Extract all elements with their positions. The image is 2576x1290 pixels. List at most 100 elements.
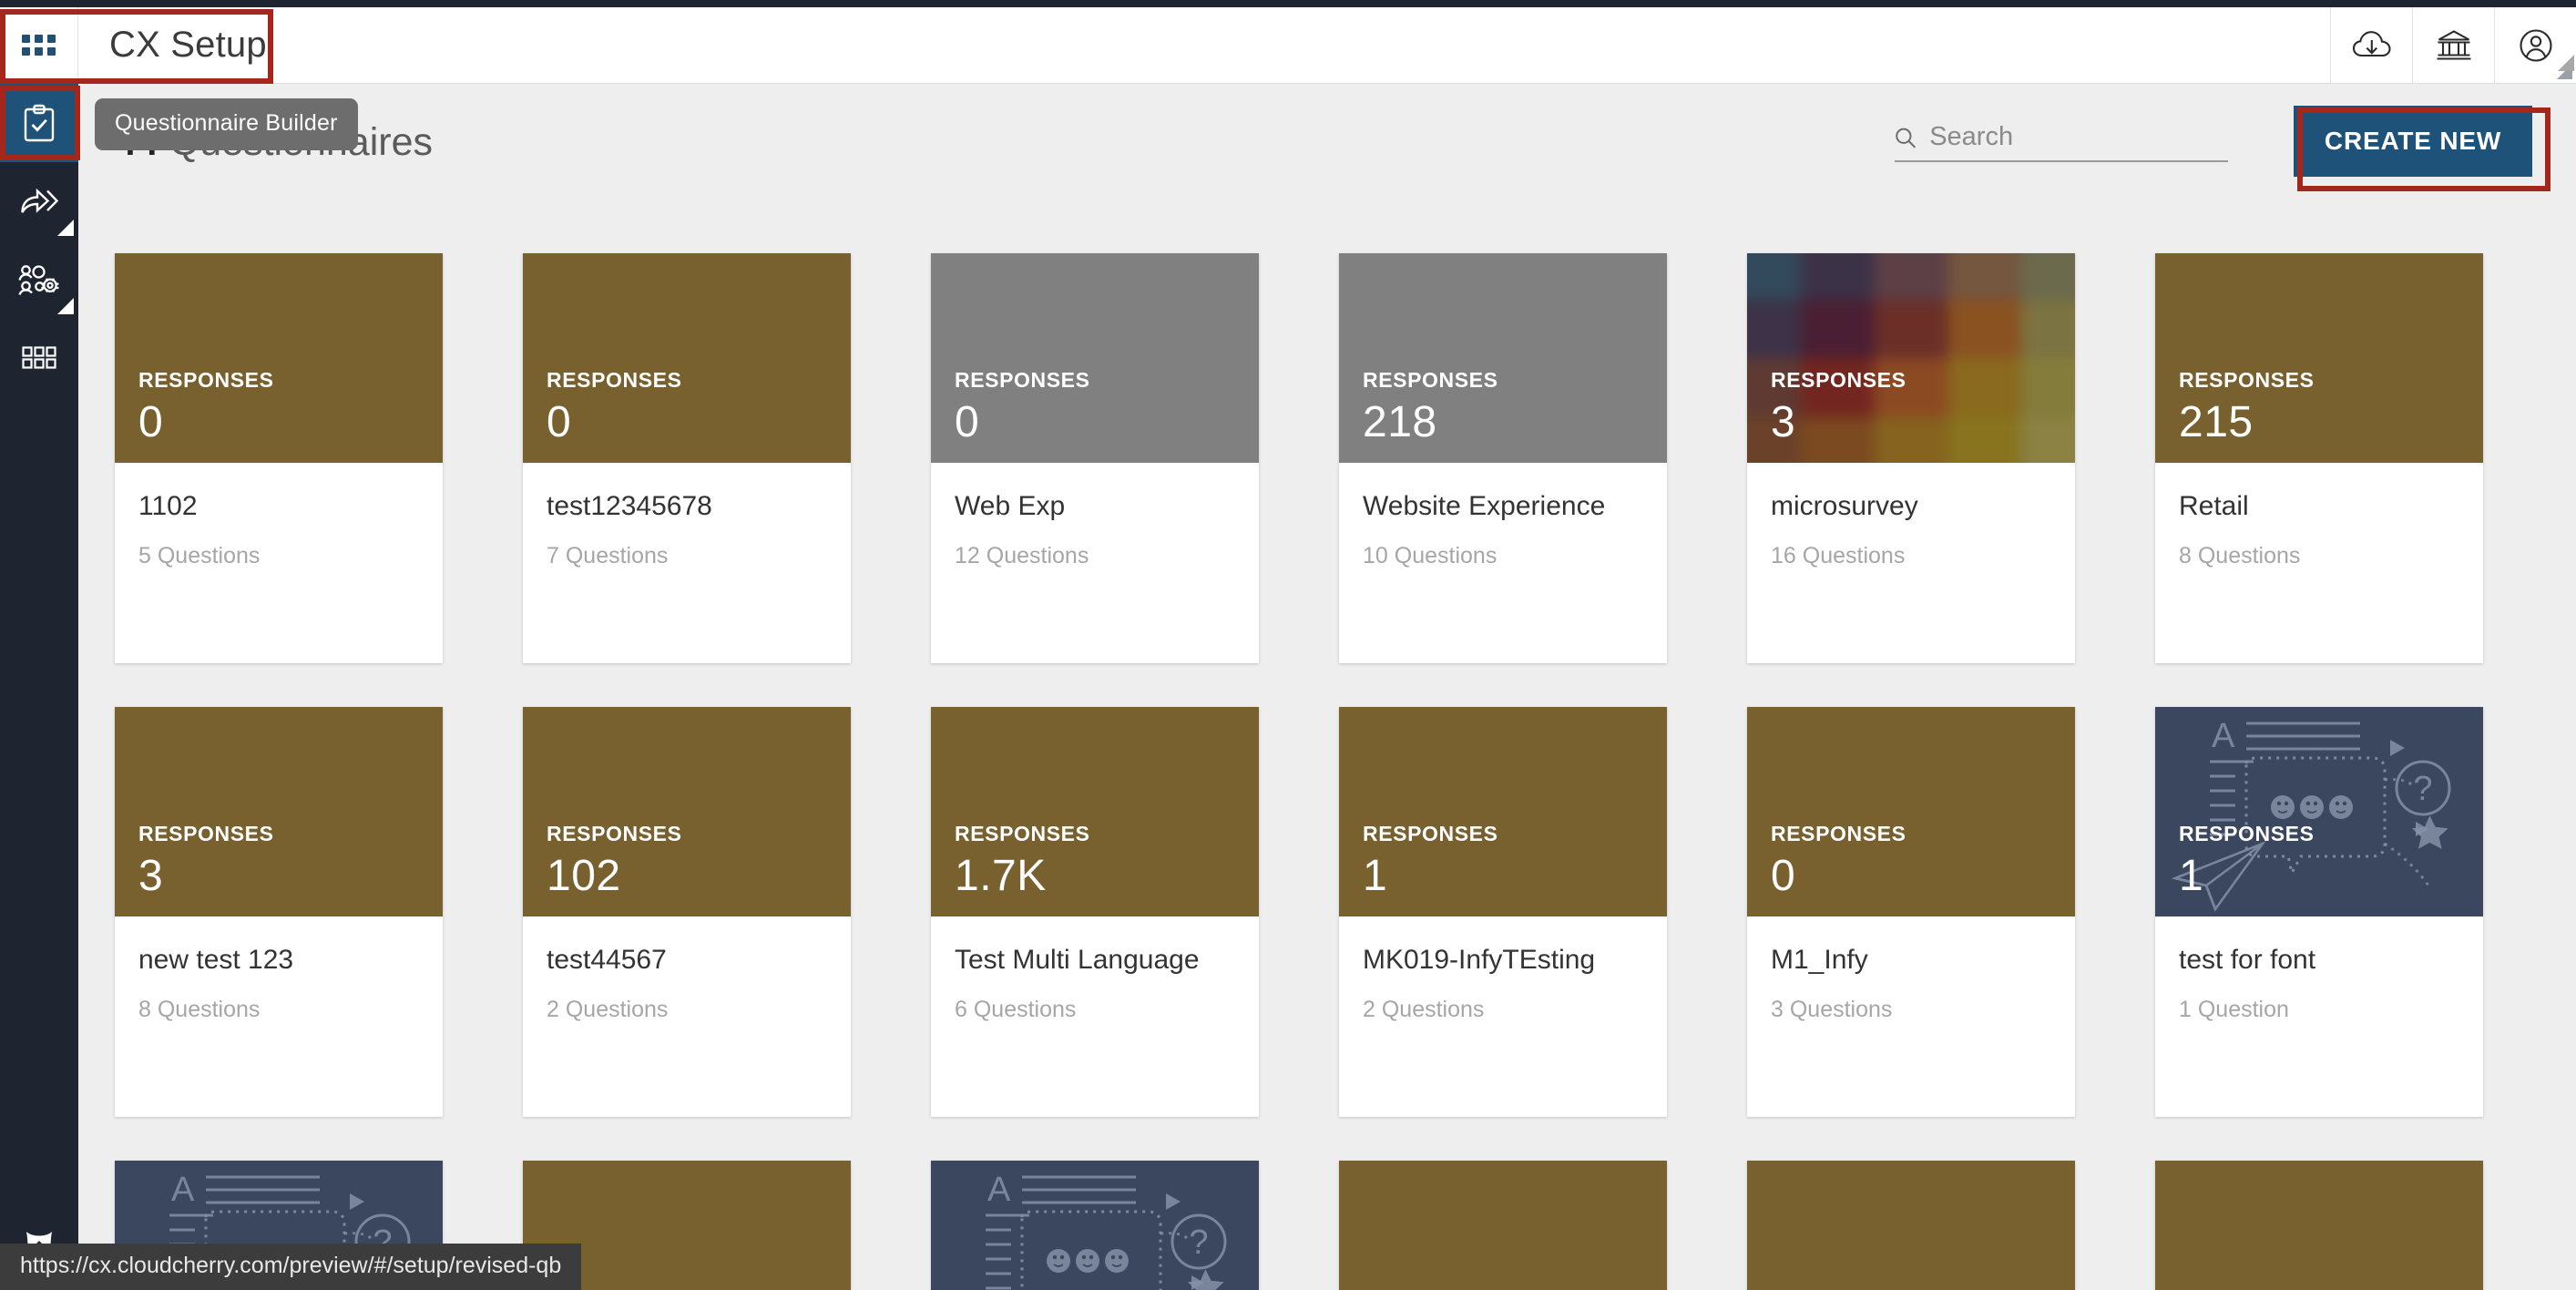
card-body: MK019-InfyTEsting 2 Questions bbox=[1339, 916, 1667, 1023]
card-responses-value: 215 bbox=[2179, 398, 2254, 446]
questionnaire-card[interactable]: RESPONSES 0 Web Exp 12 Questions bbox=[931, 253, 1259, 663]
card-responses-label: RESPONSES bbox=[547, 368, 682, 393]
card-header: RESPONSES bbox=[1747, 1161, 2075, 1290]
card-responses-block: RESPONSES 102 bbox=[547, 822, 682, 904]
svg-text:A: A bbox=[2212, 717, 2235, 755]
status-bar-url: https://cx.cloudcherry.com/preview/#/set… bbox=[0, 1244, 582, 1290]
card-header: RESPONSES 218 bbox=[1339, 253, 1667, 463]
card-header: A ? RESPONSES 1 bbox=[2155, 707, 2483, 916]
card-responses-label: RESPONSES bbox=[138, 822, 274, 846]
card-title: test for font bbox=[2179, 945, 2316, 975]
card-body: Test Multi Language 6 Questions bbox=[931, 916, 1259, 1023]
grid-squares-icon bbox=[22, 346, 56, 369]
sidebar-item-user-management[interactable] bbox=[0, 241, 78, 319]
questionnaire-card[interactable]: A ? RESPONSES 1 test for font 1 Question bbox=[2155, 707, 2483, 1117]
search-input[interactable] bbox=[1929, 122, 2228, 152]
sidebar-item-questionnaire-builder[interactable] bbox=[0, 84, 78, 162]
share-arrow-icon bbox=[21, 188, 59, 213]
card-title: microsurvey bbox=[1771, 491, 1918, 521]
card-responses-block: RESPONSES 218 bbox=[1363, 368, 1498, 450]
card-body: Website Experience 10 Questions bbox=[1339, 463, 1667, 569]
card-question-count: 6 Questions bbox=[955, 997, 1077, 1022]
card-header: RESPONSES 0 bbox=[523, 253, 851, 463]
card-body: Retail 8 Questions bbox=[2155, 463, 2483, 569]
card-title: Test Multi Language bbox=[955, 945, 1200, 975]
svg-text:A: A bbox=[171, 1171, 195, 1209]
page-title-header: CX Setup bbox=[109, 25, 267, 65]
organization-button[interactable] bbox=[2412, 7, 2494, 83]
svg-text:A: A bbox=[987, 1171, 1011, 1209]
card-question-count: 16 Questions bbox=[1771, 543, 1906, 568]
questionnaire-card[interactable]: RESPONSES 0 1102 5 Questions bbox=[115, 253, 443, 663]
questionnaire-card[interactable]: RESPONSES 218 Website Experience 10 Ques… bbox=[1339, 253, 1667, 663]
questionnaire-card[interactable]: RESPONSES bbox=[2155, 1161, 2483, 1290]
search-field[interactable] bbox=[1895, 122, 2228, 162]
questionnaire-card[interactable]: RESPONSES 1.7K Test Multi Language 6 Que… bbox=[931, 707, 1259, 1117]
sidebar-item-apps[interactable] bbox=[0, 319, 78, 397]
card-question-count: 1 Question bbox=[2179, 997, 2289, 1022]
card-title: M1_Infy bbox=[1771, 945, 1868, 975]
questionnaire-card[interactable]: RESPONSES 0 test12345678 7 Questions bbox=[523, 253, 851, 663]
card-responses-block: RESPONSES 0 bbox=[547, 368, 682, 450]
card-responses-value: 102 bbox=[547, 852, 621, 900]
card-responses-value: 0 bbox=[955, 398, 980, 446]
users-gear-icon bbox=[18, 265, 59, 295]
card-body: test12345678 7 Questions bbox=[523, 463, 851, 569]
card-responses-block: RESPONSES 1 bbox=[1363, 822, 1498, 904]
card-responses-label: RESPONSES bbox=[1771, 368, 1906, 393]
user-circle-icon bbox=[2519, 28, 2552, 62]
card-responses-value: 218 bbox=[1363, 398, 1437, 446]
card-question-count: 7 Questions bbox=[547, 543, 669, 568]
card-body: new test 123 8 Questions bbox=[115, 916, 443, 1023]
questionnaire-card[interactable]: RESPONSES 3 new test 123 8 Questions bbox=[115, 707, 443, 1117]
create-new-button[interactable]: CREATE NEW bbox=[2294, 106, 2532, 177]
sidebar-users-expand-triangle-icon bbox=[57, 298, 74, 314]
questionnaire-card[interactable]: RESPONSES 0 M1_Infy 3 Questions bbox=[1747, 707, 2075, 1117]
sidebar-item-dispatch[interactable] bbox=[0, 162, 78, 241]
card-question-count: 8 Questions bbox=[2179, 543, 2301, 568]
account-button[interactable] bbox=[2494, 7, 2576, 83]
card-header: RESPONSES 1 bbox=[1339, 707, 1667, 916]
sidebar-dispatch-expand-triangle-icon bbox=[57, 220, 74, 236]
questionnaire-card[interactable]: RESPONSES bbox=[1339, 1161, 1667, 1290]
card-responses-label: RESPONSES bbox=[1363, 368, 1498, 393]
questionnaire-card[interactable]: RESPONSES 102 test44567 2 Questions bbox=[523, 707, 851, 1117]
questionnaire-card[interactable]: RESPONSES 3 microsurvey 16 Questions bbox=[1747, 253, 2075, 663]
card-responses-block: RESPONSES 0 bbox=[1771, 822, 1906, 904]
window-top-strip bbox=[0, 0, 2576, 7]
questionnaire-card[interactable]: RESPONSES 215 Retail 8 Questions bbox=[2155, 253, 2483, 663]
card-title: test12345678 bbox=[547, 491, 712, 521]
card-header: RESPONSES 3 bbox=[1747, 253, 2075, 463]
scrollbar-corner-icon bbox=[2558, 55, 2574, 71]
card-responses-value: 0 bbox=[138, 398, 164, 446]
questionnaire-card[interactable]: A ? RESPONSES bbox=[931, 1161, 1259, 1290]
card-title: 1102 bbox=[138, 491, 198, 521]
questionnaire-card[interactable]: RESPONSES 1 MK019-InfyTEsting 2 Question… bbox=[1339, 707, 1667, 1117]
main-content: 44 Questionnaires CREATE NEW RESPONSES 0… bbox=[78, 84, 2576, 1290]
card-responses-label: RESPONSES bbox=[138, 368, 274, 393]
card-header: RESPONSES 1.7K bbox=[931, 707, 1259, 916]
cloud-download-button[interactable] bbox=[2330, 7, 2412, 83]
card-responses-block: RESPONSES 3 bbox=[138, 822, 274, 904]
card-question-count: 5 Questions bbox=[138, 543, 261, 568]
card-question-count: 2 Questions bbox=[547, 997, 669, 1022]
card-question-count: 2 Questions bbox=[1363, 997, 1485, 1022]
questionnaire-card[interactable]: RESPONSES bbox=[1747, 1161, 2075, 1290]
card-responses-value: 3 bbox=[1771, 398, 1796, 446]
card-body: test for font 1 Question bbox=[2155, 916, 2483, 1023]
card-question-count: 10 Questions bbox=[1363, 543, 1498, 568]
apps-grid-button[interactable] bbox=[0, 7, 78, 83]
card-header: RESPONSES 0 bbox=[115, 253, 443, 463]
questionnaire-illustration: A ? bbox=[986, 1171, 1227, 1290]
card-responses-label: RESPONSES bbox=[955, 822, 1090, 846]
card-header: RESPONSES bbox=[2155, 1161, 2483, 1290]
card-responses-block: RESPONSES 3 bbox=[1771, 368, 1906, 450]
card-responses-value: 1 bbox=[2179, 852, 2204, 900]
card-body: M1_Infy 3 Questions bbox=[1747, 916, 2075, 1023]
card-responses-label: RESPONSES bbox=[2179, 368, 2315, 393]
questionnaire-grid: RESPONSES 0 1102 5 Questions RESPONSES 0… bbox=[115, 253, 2538, 1290]
card-responses-block: RESPONSES 0 bbox=[138, 368, 274, 450]
cloud-download-icon bbox=[2352, 30, 2391, 56]
apps-grid-icon bbox=[22, 35, 56, 56]
card-responses-value: 1.7K bbox=[955, 852, 1047, 900]
